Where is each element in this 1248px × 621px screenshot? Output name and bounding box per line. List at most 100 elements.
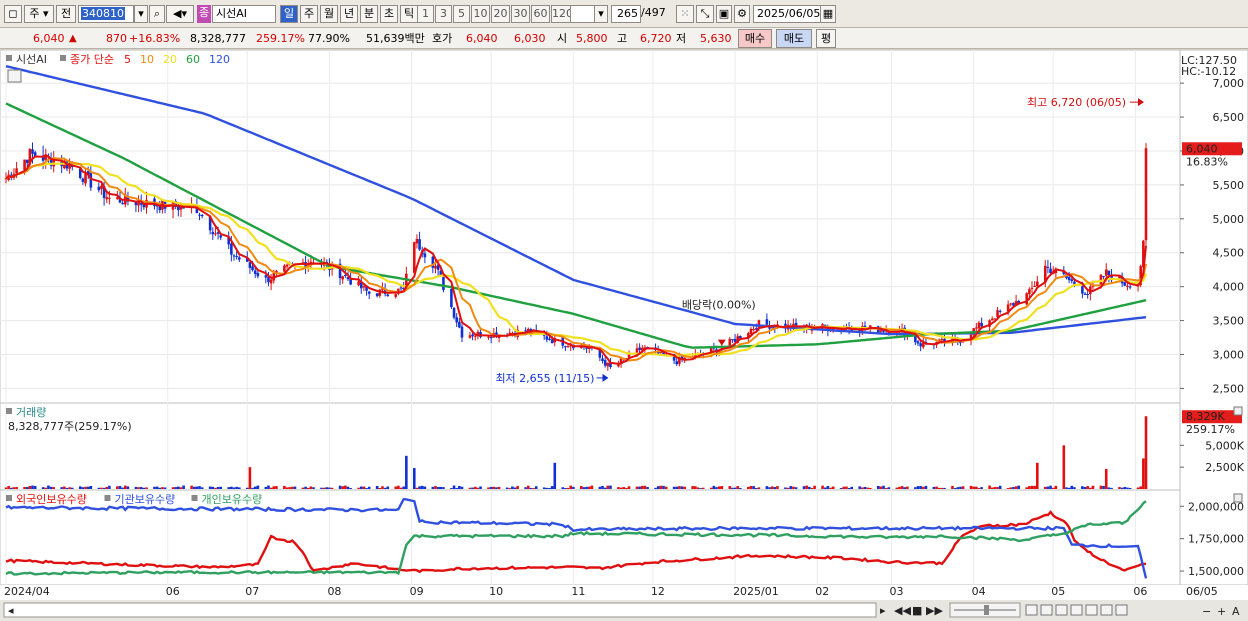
stop-icon[interactable]: ■	[912, 604, 922, 617]
stock-name-field[interactable]: 시선AI	[212, 5, 276, 23]
market-select[interactable]: 주 ▾	[24, 5, 54, 23]
holding-legend-foreign: 외국인보유수량	[16, 493, 87, 506]
candle-body	[415, 238, 419, 244]
code-input[interactable]: 340810	[78, 5, 134, 23]
volume-bar	[293, 486, 297, 489]
save-icon[interactable]: ▣	[716, 5, 732, 23]
volume-bar	[349, 488, 352, 489]
volume-bar	[709, 487, 713, 489]
auto-scale-button[interactable]: A	[1232, 605, 1240, 618]
period-tab-4[interactable]: 분	[360, 5, 378, 23]
candle-body	[264, 275, 268, 278]
period-tab-2[interactable]: 월	[320, 5, 338, 23]
speaker-icon[interactable]: ◀▾	[166, 5, 194, 23]
volume-bar	[646, 487, 649, 489]
drawing-icon[interactable]	[1070, 604, 1083, 616]
period-tab-1[interactable]: 주	[300, 5, 318, 23]
overlay-icon[interactable]	[1055, 604, 1068, 616]
volume-bar	[60, 487, 63, 489]
candle-body	[283, 265, 286, 272]
interval-button-60[interactable]: 60	[531, 5, 550, 23]
volume-bar	[338, 485, 342, 489]
holding-close-icon[interactable]	[1233, 493, 1243, 503]
stock-chart[interactable]: 7,0006,5006,0005,5005,0004,5004,0003,500…	[0, 50, 1248, 621]
candle-body	[15, 168, 18, 174]
x-axis-label: 10	[489, 585, 503, 598]
buy-button[interactable]: 매수	[738, 29, 772, 48]
volume-bar	[850, 486, 854, 489]
period-tab-6[interactable]: 틱	[400, 5, 418, 23]
volume-bar	[656, 486, 660, 489]
magnet-icon[interactable]	[1085, 604, 1098, 616]
low-price: 5,630	[700, 32, 732, 45]
rewind-icon[interactable]: ◀◀	[894, 604, 911, 617]
volume-bar	[306, 487, 310, 489]
interval-dropdown-icon[interactable]: ▾	[594, 5, 608, 23]
volume-bar	[680, 486, 684, 489]
table-icon[interactable]	[7, 69, 22, 83]
period-tab-5[interactable]: 초	[380, 5, 398, 23]
interval-button-3[interactable]: 3	[435, 5, 452, 23]
indicator-icon[interactable]	[1040, 604, 1053, 616]
gear-icon[interactable]: ⚙	[734, 5, 750, 23]
layout-icon[interactable]	[1100, 604, 1113, 616]
volume-bar	[89, 486, 93, 489]
candle-body	[248, 262, 252, 268]
horizontal-scrollbar[interactable]	[3, 602, 877, 618]
zoom-slider-thumb[interactable]	[984, 605, 989, 615]
legend-ma-10: 10	[140, 53, 154, 66]
volume-bar	[41, 487, 45, 489]
candle-body	[524, 330, 527, 332]
volume-bar	[375, 485, 379, 489]
period-tab-0[interactable]: 일	[280, 5, 298, 23]
volume-bar	[439, 486, 443, 489]
hc-label: HC:-10.12	[1181, 65, 1236, 78]
window-icon[interactable]: ◻	[4, 5, 22, 23]
candle-body	[230, 243, 233, 255]
code-dropdown-icon[interactable]: ▾	[134, 5, 148, 23]
count-input[interactable]: 265	[611, 5, 641, 23]
volume-bar	[847, 487, 851, 489]
interval-button-1[interactable]: 1	[417, 5, 434, 23]
volume-bar	[937, 487, 941, 489]
interval-button-10[interactable]: 10	[471, 5, 490, 23]
search-icon[interactable]: ⌕	[149, 5, 165, 23]
candle-body	[980, 322, 983, 327]
grid-icon[interactable]: ⁙	[676, 5, 694, 23]
volume-bar	[903, 487, 907, 489]
volume-bar	[116, 486, 119, 489]
volume-bar	[1028, 486, 1031, 489]
eval-button[interactable]: 평	[816, 29, 836, 48]
turnover-rate: 77.90%	[308, 32, 350, 45]
calendar-icon[interactable]: ▦	[820, 5, 836, 23]
interval-button-20[interactable]: 20	[491, 5, 510, 23]
crosshair-icon[interactable]: ⤡	[696, 5, 714, 23]
candle-body	[211, 231, 215, 235]
volume-bar	[108, 485, 111, 489]
volume-bar	[267, 485, 270, 489]
candle-body	[1126, 285, 1129, 287]
zoom-out-icon[interactable]: −	[1202, 605, 1211, 618]
candle-body	[357, 281, 360, 286]
date-input[interactable]: 2025/06/05	[753, 5, 821, 23]
candle-body	[100, 185, 103, 190]
compare-icon[interactable]	[1025, 604, 1038, 616]
volume-close-icon[interactable]	[1233, 406, 1243, 416]
volume-bar	[906, 486, 909, 489]
forward-icon[interactable]: ▶▶	[926, 604, 943, 617]
candle-body	[25, 159, 29, 163]
scroll-left-icon[interactable]: ◂	[8, 604, 14, 617]
range-button[interactable]: 전	[56, 5, 76, 23]
volume-bar	[52, 487, 56, 489]
period-tab-3[interactable]: 년	[340, 5, 358, 23]
scroll-right-icon[interactable]: ▸	[880, 604, 886, 617]
print-icon[interactable]	[1115, 604, 1128, 616]
interval-button-5[interactable]: 5	[453, 5, 470, 23]
legend-ma-label: 종가 단순	[70, 53, 114, 66]
candle-body	[341, 276, 344, 280]
zoom-in-icon[interactable]: +	[1217, 605, 1226, 618]
volume-bar	[163, 487, 167, 489]
sell-button[interactable]: 매도	[776, 29, 812, 48]
interval-button-30[interactable]: 30	[511, 5, 530, 23]
chart-area[interactable]: 7,0006,5006,0005,5005,0004,5004,0003,500…	[0, 50, 1248, 621]
